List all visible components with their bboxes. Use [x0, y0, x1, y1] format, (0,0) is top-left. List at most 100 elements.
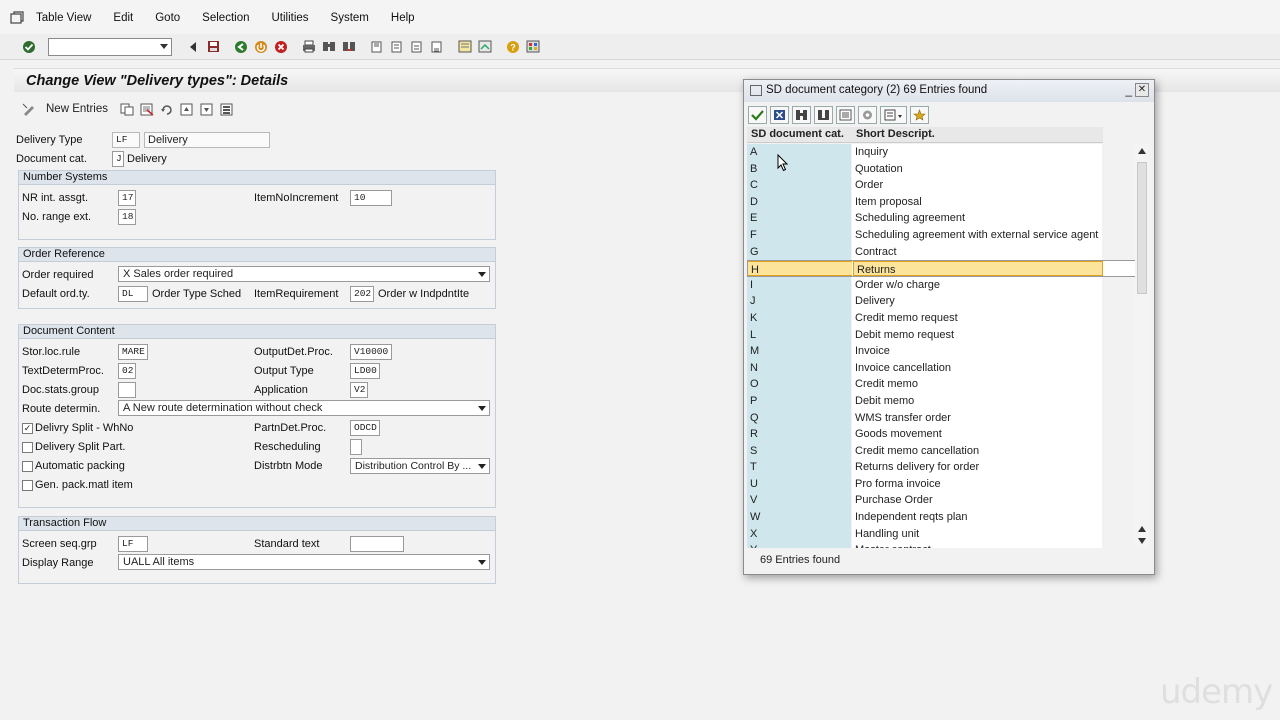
category-code-cell[interactable]: K	[747, 309, 851, 327]
category-description-cell[interactable]: Order w/o charge	[852, 276, 1102, 294]
category-description-cell[interactable]: Scheduling agreement	[852, 210, 1102, 227]
exit-icon[interactable]	[252, 38, 270, 56]
list-item[interactable]: W Independent reqts plan	[747, 509, 1139, 526]
previous-page-icon[interactable]	[388, 38, 406, 56]
list-item[interactable]: S Credit memo cancellation	[747, 442, 1139, 460]
category-description-cell[interactable]: Order	[852, 177, 1102, 194]
category-description-cell[interactable]: Returns delivery for order	[852, 459, 1102, 476]
category-description-cell[interactable]: Quotation	[852, 160, 1102, 178]
menu-edit[interactable]: Edit	[113, 12, 133, 24]
help-icon[interactable]: ?	[504, 38, 522, 56]
find-next-icon[interactable]	[340, 38, 358, 56]
menu-system[interactable]: System	[331, 12, 369, 24]
list-item[interactable]: G Contract	[747, 243, 1139, 261]
distrbtn-mode-select[interactable]: Distribution Control By ...	[350, 458, 490, 474]
category-description-cell[interactable]: Credit memo	[852, 376, 1102, 393]
favorites-icon[interactable]	[910, 106, 929, 124]
scroll-page-up-icon[interactable]	[1138, 526, 1146, 532]
gen-pack-matl-checkbox[interactable]	[22, 480, 33, 491]
category-description-cell[interactable]: Debit memo	[852, 392, 1102, 410]
doc-cat-field[interactable]: J	[112, 151, 124, 167]
category-code-cell[interactable]: I	[747, 276, 851, 294]
chevron-down-icon[interactable]	[160, 43, 168, 49]
list-item[interactable]: T Returns delivery for order	[747, 459, 1139, 476]
column-header-description[interactable]: Short Descript.	[856, 128, 935, 140]
category-description-cell[interactable]: Master contract	[852, 542, 1102, 548]
category-code-cell[interactable]: O	[747, 376, 851, 393]
category-description-cell[interactable]: Credit memo cancellation	[852, 442, 1102, 460]
chevron-down-icon[interactable]	[478, 272, 486, 277]
cancel-icon[interactable]	[272, 38, 290, 56]
doc-stats-group-field[interactable]	[118, 382, 136, 398]
category-code-cell[interactable]: W	[747, 509, 851, 526]
command-field[interactable]	[48, 37, 172, 56]
shortcut-icon[interactable]	[476, 38, 494, 56]
undo-change-icon[interactable]	[158, 100, 176, 118]
category-description-cell[interactable]: Inquiry	[852, 144, 1102, 161]
route-determin-select[interactable]: A New route determination without check	[118, 400, 490, 416]
list-item[interactable]: YMaster contract	[747, 542, 1139, 548]
category-description-cell[interactable]: Item proposal	[852, 193, 1102, 211]
category-code-cell[interactable]: R	[747, 426, 851, 443]
change-display-icon[interactable]	[20, 100, 38, 118]
list-item[interactable]: V Purchase Order	[747, 492, 1139, 510]
new-entries-button[interactable]: New Entries	[46, 103, 108, 115]
default-ord-field[interactable]: DL	[118, 286, 148, 302]
category-description-cell[interactable]: Credit memo request	[852, 309, 1102, 327]
category-code-cell[interactable]: C	[747, 177, 851, 194]
back-icon[interactable]	[232, 38, 250, 56]
output-det-proc-field[interactable]: V10000	[350, 344, 392, 360]
category-code-cell[interactable]: X	[747, 525, 851, 543]
nr-int-field[interactable]: 17	[118, 190, 136, 206]
system-menu-icon[interactable]	[8, 9, 26, 27]
stor-loc-rule-field[interactable]: MARE	[118, 344, 148, 360]
chevron-down-icon[interactable]	[478, 406, 486, 411]
chevron-down-icon[interactable]	[478, 464, 486, 469]
minimize-icon[interactable]: _	[1125, 83, 1132, 97]
list-item[interactable]: F Scheduling agreement with external serv…	[747, 226, 1139, 244]
popup-vertical-scrollbar[interactable]	[1135, 144, 1149, 548]
menu-utilities[interactable]: Utilities	[271, 12, 308, 24]
copy-icon[interactable]	[748, 106, 767, 124]
list-item[interactable]: A Inquiry	[747, 144, 1139, 161]
list-item[interactable]: R Goods movement	[747, 426, 1139, 443]
text-determ-proc-field[interactable]: 02	[118, 363, 136, 379]
menu-selection[interactable]: Selection	[202, 12, 249, 24]
category-code-cell[interactable]: Q	[747, 409, 851, 427]
customize-layout-icon[interactable]	[524, 38, 542, 56]
category-description-cell[interactable]: Invoice cancellation	[852, 359, 1102, 377]
display-range-select[interactable]: UALL All items	[118, 554, 490, 570]
category-code-cell[interactable]: J	[747, 293, 851, 310]
screen-seq-grp-field[interactable]: LF	[118, 536, 148, 552]
partn-det-proc-field[interactable]: ODCD	[350, 420, 380, 436]
menu-help[interactable]: Help	[391, 12, 415, 24]
category-code-cell[interactable]: B	[747, 160, 851, 178]
list-item[interactable]: C Order	[747, 177, 1139, 194]
automatic-packing-checkbox[interactable]	[22, 461, 33, 472]
list-item[interactable]: J Delivery	[747, 293, 1139, 310]
next-entry-icon[interactable]	[198, 100, 216, 118]
list-item[interactable]: U Pro forma invoice	[747, 475, 1139, 493]
find-icon[interactable]	[792, 106, 811, 124]
column-header-category[interactable]: SD document cat.	[751, 128, 844, 140]
category-description-cell[interactable]: Independent reqts plan	[852, 509, 1102, 526]
last-page-icon[interactable]	[428, 38, 446, 56]
delivery-type-desc-field[interactable]: Delivery	[144, 132, 270, 148]
rescheduling-field[interactable]	[350, 439, 362, 455]
menu-goto[interactable]: Goto	[155, 12, 180, 24]
category-code-cell[interactable]: F	[747, 226, 851, 244]
category-description-cell[interactable]: Purchase Order	[852, 492, 1102, 510]
list-item[interactable]: O Credit memo	[747, 376, 1139, 393]
category-code-cell[interactable]: N	[747, 359, 851, 377]
category-code-cell[interactable]: A	[747, 144, 851, 161]
delivry-split-checkbox[interactable]: ✓	[22, 423, 33, 434]
scroll-down-icon[interactable]	[1138, 538, 1146, 544]
save-icon[interactable]	[204, 38, 222, 56]
output-type-field[interactable]: LD00	[350, 363, 380, 379]
order-required-select[interactable]: X Sales order required	[118, 266, 490, 282]
find-icon[interactable]	[320, 38, 338, 56]
category-code-cell[interactable]: L	[747, 326, 851, 344]
category-description-cell[interactable]: Returns	[853, 261, 1103, 276]
list-item[interactable]: D Item proposal	[747, 193, 1139, 211]
first-page-icon[interactable]	[368, 38, 386, 56]
